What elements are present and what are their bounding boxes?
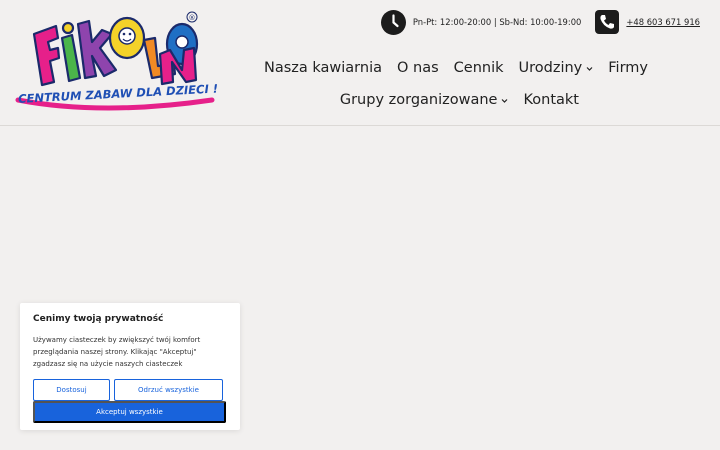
nav-item-label: Kontakt xyxy=(523,92,579,108)
cookie-description: Używamy ciasteczek by zwiększyć twój kom… xyxy=(33,336,201,368)
nav-item-cafe[interactable]: Nasza kawiarnia xyxy=(264,60,382,76)
site-header: ® CENTRUM ZABAW DLA DZIECI ! Pn-Pt: 12:0… xyxy=(0,0,720,126)
main-navigation: Nasza kawiarnia O nas Cennik Urodziny Fi… xyxy=(260,54,720,114)
logo-graphic: ® CENTRUM ZABAW DLA DZIECI ! xyxy=(15,11,218,111)
nav-row: Grupy zorganizowane Kontakt xyxy=(260,86,720,114)
registered-mark: ® xyxy=(189,14,196,22)
customize-button[interactable]: Dostosuj xyxy=(33,379,110,401)
chevron-down-icon xyxy=(586,66,593,71)
nav-item-contact[interactable]: Kontakt xyxy=(523,92,579,108)
nav-item-about[interactable]: O nas xyxy=(397,60,439,76)
nav-item-label: Cennik xyxy=(453,60,504,76)
nav-item-label: O nas xyxy=(397,60,439,76)
nav-item-birthdays[interactable]: Urodziny xyxy=(519,60,594,76)
site-logo[interactable]: ® CENTRUM ZABAW DLA DZIECI ! xyxy=(12,4,222,122)
phone-icon[interactable] xyxy=(595,10,620,34)
nav-item-pricing[interactable]: Cennik xyxy=(454,60,504,76)
accept-all-button[interactable]: Akceptuj wszystkie xyxy=(33,401,226,423)
reject-all-button[interactable]: Odrzuć wszystkie xyxy=(114,379,223,401)
nav-row: Nasza kawiarnia O nas Cennik Urodziny Fi… xyxy=(260,54,720,82)
phone-number-link[interactable]: +48 603 671 916 xyxy=(626,17,700,27)
opening-hours: Pn-Pt: 12:00-20:00 | Sb-Nd: 10:00-19:00 xyxy=(412,17,582,27)
cookie-title: Cenimy twoją prywatność xyxy=(33,314,164,324)
cookie-button-row: Dostosuj Odrzuć wszystkie xyxy=(33,379,227,401)
contact-bar: Pn-Pt: 12:00-20:00 | Sb-Nd: 10:00-19:00 … xyxy=(380,9,700,35)
nav-item-label: Grupy zorganizowane xyxy=(339,92,498,108)
nav-item-label: Urodziny xyxy=(518,60,583,76)
nav-item-companies[interactable]: Firmy xyxy=(608,60,648,76)
chevron-down-icon xyxy=(502,98,508,103)
nav-item-groups[interactable]: Grupy zorganizowane xyxy=(340,92,509,108)
clock-icon xyxy=(380,9,406,35)
cookie-consent-banner: Cenimy twoją prywatność Używamy ciastecz… xyxy=(20,303,240,430)
nav-item-label: Nasza kawiarnia xyxy=(263,60,382,76)
nav-item-label: Firmy xyxy=(608,60,648,76)
